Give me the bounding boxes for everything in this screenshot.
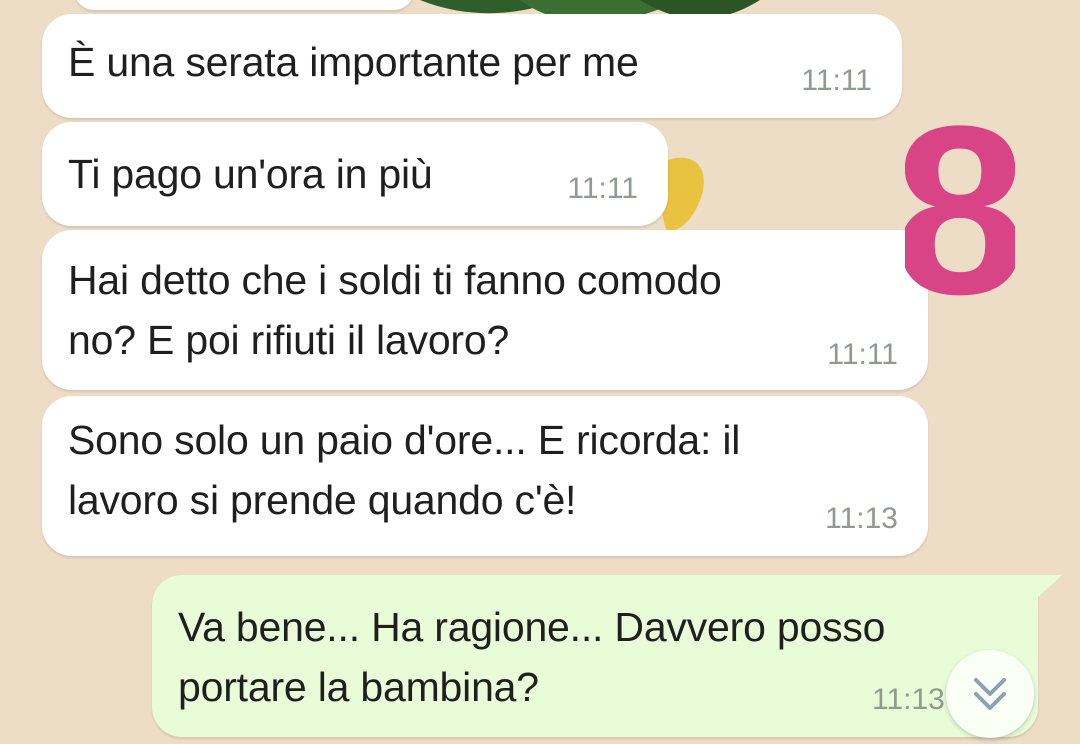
bubble-tail (1036, 575, 1062, 599)
message-timestamp: 11:11 (801, 64, 872, 97)
message-timestamp: 11:11 (567, 172, 638, 205)
double-chevron-down-icon (974, 678, 1006, 710)
message-text: Hai detto che i soldi ti fanno comodo no… (68, 257, 722, 363)
message-text: Va bene... Ha ragione... Davvero posso p… (178, 604, 886, 710)
message-text: Ti pago un'ora in più (68, 151, 433, 197)
message-text: Sono solo un paio d'ore... E ricorda: il… (68, 417, 741, 523)
message-timestamp: 11:11 (827, 338, 898, 371)
previous-message-bubble (74, 0, 414, 10)
sticker-number-text: 8 (905, 105, 1015, 305)
scroll-to-bottom-button[interactable] (946, 650, 1034, 738)
message-bubble-incoming[interactable]: Sono solo un paio d'ore... E ricorda: il… (42, 396, 928, 556)
message-timestamp: 11:13 (825, 502, 898, 535)
message-bubble-outgoing[interactable]: Va bene... Ha ragione... Davvero posso p… (152, 575, 1038, 737)
message-timestamp: 11:13 (872, 683, 945, 716)
sticker-number: 8 (893, 76, 1026, 344)
message-text: È una serata importante per me (68, 39, 639, 85)
message-bubble-incoming[interactable]: È una serata importante per me 11:11 (42, 14, 902, 118)
message-bubble-incoming[interactable]: Ti pago un'ora in più 11:11 (42, 122, 668, 226)
message-bubble-incoming[interactable]: Hai detto che i soldi ti fanno comodo no… (42, 230, 928, 390)
chat-area[interactable]: È una serata importante per me 11:11 Ti … (0, 0, 1080, 744)
